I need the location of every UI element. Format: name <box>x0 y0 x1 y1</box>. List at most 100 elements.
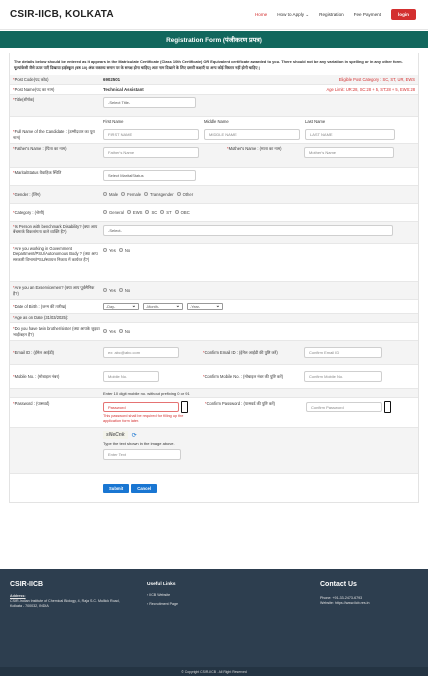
password-input[interactable]: Password <box>103 402 179 412</box>
twin-radio-group: Yes No <box>103 329 130 334</box>
footer-org-title: CSIR-IICB <box>10 581 44 588</box>
captcha-hint: Type the text shown in the image above. <box>103 441 175 446</box>
confirm-email-input[interactable]: Confirm Email ID <box>304 347 382 358</box>
pwbd-select[interactable]: -Select- <box>103 225 393 236</box>
footer-link-recruitment[interactable]: Recruitment Page <box>149 602 178 606</box>
middle-name-input[interactable]: MIDDLE NAME <box>204 129 300 140</box>
captcha-row: sNeCnk ⟳ Type the text shown in the imag… <box>10 428 418 474</box>
gender-other-radio[interactable]: Other <box>176 192 193 197</box>
gender-transgender-radio[interactable]: Transgender <box>144 192 174 197</box>
last-name-input[interactable]: LAST NAME <box>305 129 395 140</box>
twin-no-radio[interactable]: No <box>118 329 130 334</box>
name-column-headers: First Name Middle Name Last Name <box>10 117 418 126</box>
confirm-mobile-input[interactable]: Confirm Mobile No. <box>304 371 382 382</box>
footer-link-iicb[interactable]: IICB Website <box>149 593 170 597</box>
gender-radio-group: Male Female Transgender Other <box>103 192 193 197</box>
age-label: Age as on Date (31/03/2025): <box>14 315 69 321</box>
category-label: Category : (श्रेणी) <box>14 209 45 215</box>
dob-year-select[interactable]: -Year- ⌄ <box>187 303 223 310</box>
refresh-captcha-icon[interactable]: ⟳ <box>132 432 137 439</box>
confirm-password-label: Confirm Password : (पासवर्ड की पुष्टि कर… <box>206 401 276 406</box>
father-name-label: Father's Name : (पिता का नाम) <box>14 146 67 151</box>
exservicemen-row: *Are you an Exservicemen? (क्या आप पूर्व… <box>10 282 418 300</box>
exservicemen-label: Are you an Exservicemen? (क्या आप पूर्वस… <box>13 285 95 296</box>
dob-row: *Date of Birth : (जन्म की तारीख) -Day- ⌄ … <box>10 300 418 314</box>
nav-fee-payment[interactable]: Fee Payment <box>354 12 381 17</box>
brand-title[interactable]: CSIR-IICB, KOLKATA <box>10 9 114 20</box>
registration-form-banner: Registration Form (पंजीकरण प्रपत्र) <box>0 31 428 48</box>
father-name-input[interactable]: Father's Name <box>103 147 199 158</box>
footer-contact-title: Contact Us <box>320 581 357 588</box>
gender-female-radio[interactable]: Female <box>121 192 141 197</box>
govt-yes-radio[interactable]: Yes <box>103 248 116 253</box>
post-code-label: Post Code(पद कोड) <box>14 76 49 82</box>
nav-how-to-apply[interactable]: How to Apply ⌄ <box>277 12 309 18</box>
dob-label: Date of Birth : (जन्म की तारीख) <box>14 303 67 309</box>
first-name-header: First Name <box>103 119 124 124</box>
dob-day-select[interactable]: -Day- ⌄ <box>103 303 139 310</box>
copyright: © Copyright CSIR-IICB . All Right Reserv… <box>0 667 428 676</box>
chevron-down-icon: ⌄ <box>175 303 180 309</box>
footer-website[interactable]: Website: https://www.iicb.res.in <box>320 601 425 606</box>
age-row: *Age as on Date (31/03/2025): <box>10 314 418 323</box>
twin-label: Do you have twin brother/sister (क्या आप… <box>13 326 100 337</box>
first-name-input[interactable]: FIRST NAME <box>103 129 199 140</box>
last-name-header: Last Name <box>305 119 326 124</box>
title-row: *Title(शीर्षक) -Select Title- <box>10 95 418 117</box>
marital-status-select[interactable]: Select MaritalStatus <box>103 170 196 181</box>
gender-label: Gender : (लिंग) <box>14 191 41 197</box>
site-footer: CSIR-IICB Address: CSIR-Indian Institute… <box>0 569 428 676</box>
exserv-yes-radio[interactable]: Yes <box>103 288 116 293</box>
govt-employee-radio-group: Yes No <box>103 248 130 253</box>
mobile-hint-row: Enter 10 digit mobile no. without prefix… <box>10 389 418 398</box>
footer-address-title: Address: <box>10 594 26 598</box>
mobile-input[interactable]: Mobile No. <box>103 371 159 382</box>
mobile-label: Mobile No. : (मोबाइल नंबर) <box>14 373 60 379</box>
category-row: *Category : (श्रेणी) General EWS SC ST O… <box>10 204 418 222</box>
pwbd-row: *Is Person with benchmark Disability? (क… <box>10 222 418 244</box>
chevron-down-icon: ⌄ <box>305 11 310 17</box>
exserv-no-radio[interactable]: No <box>118 288 130 293</box>
email-input[interactable]: ex: abc@abc.com <box>103 347 179 358</box>
eligible-category: Eligible Post Category : SC, ST, UR, EWS <box>338 77 415 82</box>
full-name-row: *Full Name of the Candidate : (उम्मीदवार… <box>10 126 418 144</box>
category-general-radio[interactable]: General <box>103 210 124 215</box>
marital-status-label: MaritalStatus वैवाहिक स्थिति <box>14 170 62 175</box>
nav-registration[interactable]: Registration <box>319 12 344 17</box>
confirm-password-input[interactable]: Confirm Password <box>306 402 382 412</box>
govt-employee-row: *Are you working in Government Departmen… <box>10 244 418 282</box>
full-name-label: Full Name of the Candidate : (उम्मीदवार … <box>13 129 95 140</box>
marital-status-row: *MaritalStatus वैवाहिक स्थिति Select Mar… <box>10 168 418 186</box>
captcha-input[interactable]: Enter Text <box>103 449 181 460</box>
instructions-notice: The details below should be entered as i… <box>14 59 403 70</box>
post-name-label: Post Name(पद का नाम) <box>14 86 55 92</box>
submit-button[interactable]: Submit <box>103 483 130 493</box>
cancel-button[interactable]: Cancel <box>131 483 157 493</box>
post-code-row: *Post Code(पद कोड) 6902501 Eligible Post… <box>10 75 418 85</box>
top-navbar: CSIR-IICB, KOLKATA Home How to Apply ⌄ R… <box>0 0 428 30</box>
mobile-row: *Mobile No. : (मोबाइल नंबर) Mobile No. *… <box>10 365 418 389</box>
password-label: Password : (पासवर्ड) <box>14 401 50 406</box>
govt-no-radio[interactable]: No <box>118 248 130 253</box>
confirm-mobile-label: Confirm Mobile No. : (मोबाइल नंबर की पुष… <box>204 373 284 379</box>
twin-yes-radio[interactable]: Yes <box>103 329 116 334</box>
main-nav: Home How to Apply ⌄ Registration Fee Pay… <box>255 9 416 20</box>
govt-employee-label: Are you working in Government Department… <box>13 246 98 262</box>
category-st-radio[interactable]: ST <box>160 210 172 215</box>
title-select[interactable]: -Select Title- <box>103 97 196 108</box>
password-error: This password shall be required for fill… <box>103 414 184 423</box>
password-visibility-toggle[interactable] <box>181 401 188 413</box>
login-button[interactable]: login <box>391 9 416 20</box>
category-sc-radio[interactable]: SC <box>145 210 157 215</box>
mother-name-input[interactable]: Mother's Name <box>304 147 394 158</box>
gender-male-radio[interactable]: Male <box>103 192 118 197</box>
dob-month-select[interactable]: -Month- ⌄ <box>143 303 183 310</box>
category-radio-group: General EWS SC ST OBC <box>103 210 190 215</box>
category-obc-radio[interactable]: OBC <box>174 210 190 215</box>
category-ews-radio[interactable]: EWS <box>126 210 142 215</box>
gender-row: *Gender : (लिंग) Male Female Transgender… <box>10 186 418 204</box>
age-limit: Age Limit: UR:28, SC:28 + 5, ST:28 + 5, … <box>326 87 415 92</box>
confirm-password-visibility-toggle[interactable] <box>384 401 391 413</box>
chevron-down-icon: ⌄ <box>131 303 136 309</box>
nav-home[interactable]: Home <box>255 12 267 17</box>
